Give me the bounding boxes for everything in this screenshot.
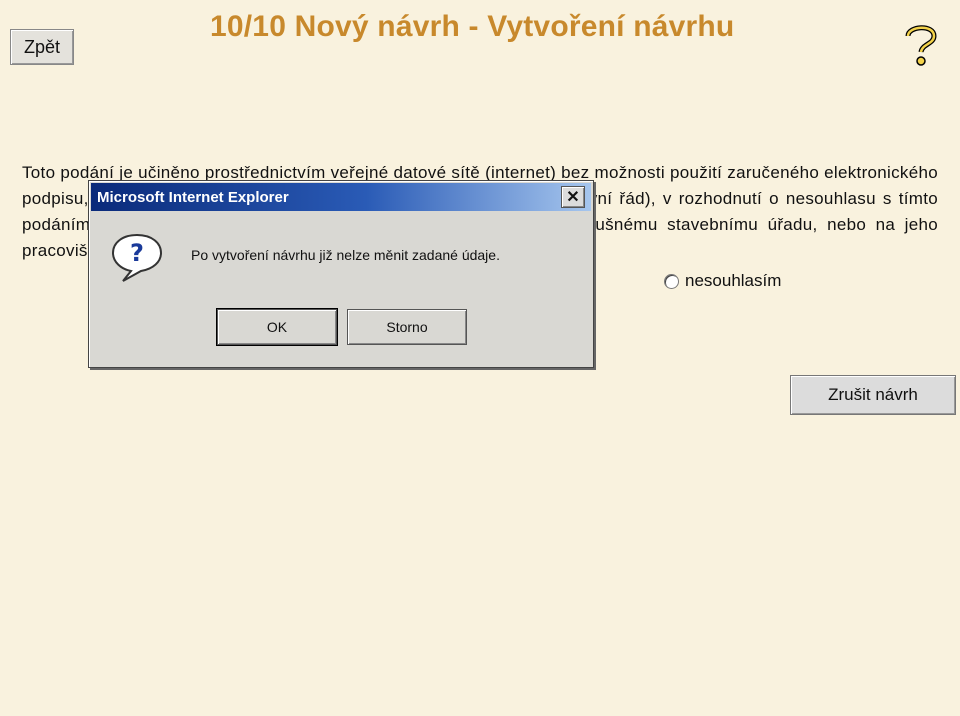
question-icon: ? [111,233,163,282]
page-title: 10/10 Nový návrh - Vytvoření návrhu [210,10,735,43]
dialog-message: Po vytvoření návrhu již nelze měnit zada… [191,247,500,263]
disagree-radio[interactable] [664,273,679,289]
storno-button[interactable]: Storno [347,309,467,345]
disagree-radio-label: nesouhlasím [685,271,782,290]
dialog-title-bar: Microsoft Internet Explorer ✕ [91,183,591,211]
question-mark-icon[interactable] [898,22,942,68]
confirm-dialog: Microsoft Internet Explorer ✕ ? Po vytvo… [88,180,594,368]
ok-button[interactable]: OK [216,308,338,346]
disagree-radio-option[interactable]: nesouhlasím [664,271,781,291]
dialog-title: Microsoft Internet Explorer [97,188,289,206]
dialog-close-button[interactable]: ✕ [561,186,585,208]
cancel-proposal-button[interactable]: Zrušit návrh [790,375,956,415]
svg-text:?: ? [130,239,144,267]
back-button[interactable]: Zpět [10,29,74,65]
